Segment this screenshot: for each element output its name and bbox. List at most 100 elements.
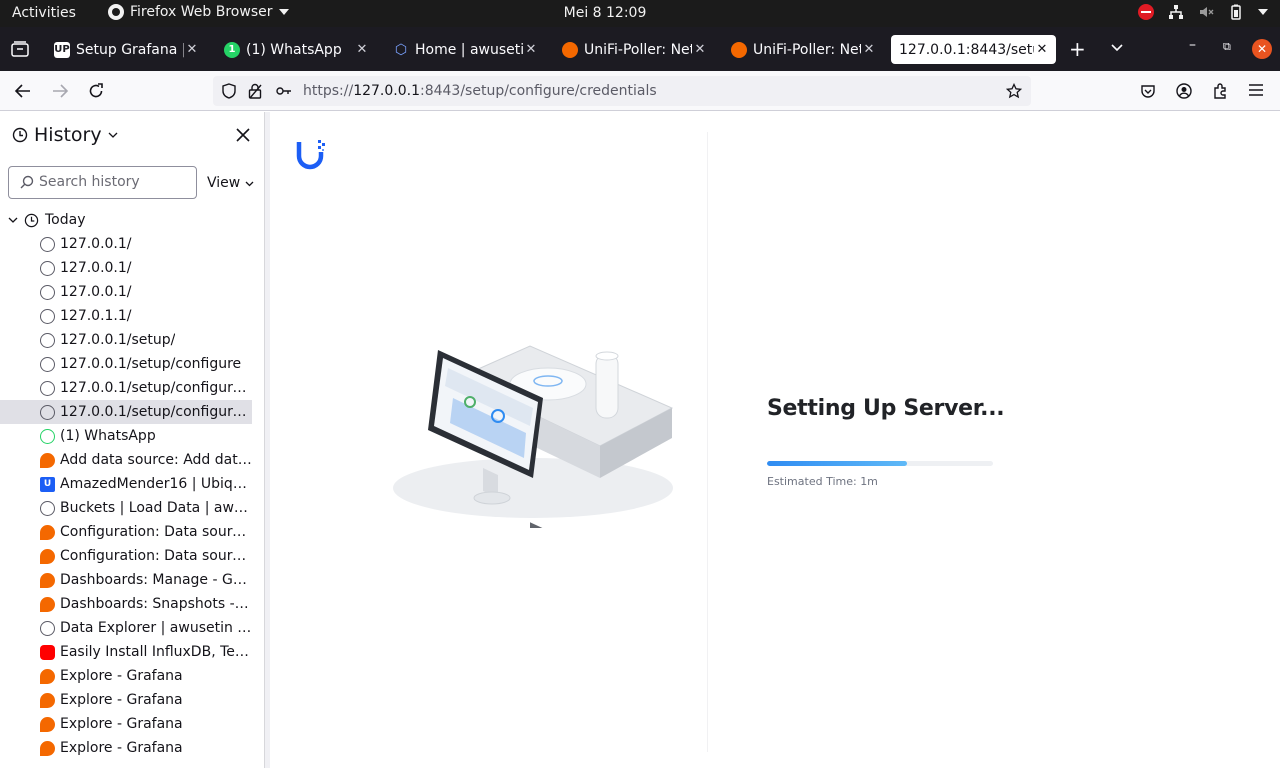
window-close-icon[interactable]: ✕: [1252, 39, 1272, 59]
tab-unifi-poller-1[interactable]: UniFi-Poller: Net ✕: [554, 35, 714, 64]
restore-icon[interactable]: ⧉: [1223, 40, 1231, 54]
history-item[interactable]: 127.0.0.1/: [0, 232, 252, 256]
battery-icon[interactable]: [1228, 4, 1244, 20]
setup-title: Setting Up Server...: [767, 396, 1005, 421]
volume-muted-icon[interactable]: [1198, 4, 1214, 20]
history-item[interactable]: Dashboards: Manage - Grafa...: [0, 568, 252, 592]
history-item-label: 127.0.1.1/: [60, 308, 132, 324]
history-item[interactable]: U AmazedMender16 | Ubiquiti...: [0, 472, 252, 496]
tab-title: UniFi-Poller: Net: [753, 41, 861, 58]
history-item-label: (1) WhatsApp: [60, 428, 156, 444]
grafana-icon: [40, 596, 55, 612]
unifi-hardware-illustration: [393, 345, 674, 528]
chevron-down-icon: [245, 181, 254, 187]
globe-icon: [40, 236, 55, 252]
grafana-icon: [40, 524, 55, 540]
grafana-icon: [40, 572, 55, 588]
history-item[interactable]: 127.0.0.1/: [0, 280, 252, 304]
history-item[interactable]: Explore - Grafana: [0, 664, 252, 688]
history-item[interactable]: Configuration: Data sources...: [0, 520, 252, 544]
account-icon[interactable]: [1176, 83, 1192, 99]
tab-unifi-poller-2[interactable]: UniFi-Poller: Net ✕: [723, 35, 883, 64]
history-group-today[interactable]: Today: [8, 212, 86, 228]
clock[interactable]: Mei 8 12:09: [0, 5, 1210, 21]
forward-arrow-icon[interactable]: [51, 83, 69, 99]
back-arrow-icon[interactable]: [14, 83, 32, 99]
whatsapp-icon: 1: [224, 41, 240, 58]
history-item[interactable]: Data Explorer | awusetin | In...: [0, 616, 252, 640]
globe-icon: [40, 404, 55, 420]
history-item-label: Buckets | Load Data | awuse...: [60, 500, 252, 516]
history-item[interactable]: Easily Install InfluxDB, Teleg...: [0, 640, 252, 664]
tab-influx-home[interactable]: ⬡ Home | awusetin ✕: [385, 35, 545, 64]
tab-whatsapp[interactable]: 1 (1) WhatsApp ✕: [216, 35, 376, 64]
history-item-label: Dashboards: Manage - Grafa...: [60, 572, 252, 588]
close-icon[interactable]: ✕: [184, 42, 200, 57]
globe-icon: [40, 356, 55, 372]
history-item[interactable]: (1) WhatsApp: [0, 424, 252, 448]
close-sidebar-icon[interactable]: [236, 128, 250, 142]
list-tabs-chevron-icon[interactable]: [1110, 43, 1124, 53]
extensions-icon[interactable]: [1212, 83, 1228, 99]
history-item-label: Easily Install InfluxDB, Teleg...: [60, 644, 252, 660]
globe-icon: [40, 620, 55, 636]
key-icon[interactable]: [276, 85, 292, 97]
shield-icon[interactable]: [222, 83, 236, 99]
grafana-icon: [40, 716, 55, 732]
new-tab-plus-icon[interactable]: +: [1069, 37, 1086, 61]
ubiquiti-icon: UP: [54, 41, 70, 58]
history-item[interactable]: 127.0.0.1/setup/: [0, 328, 252, 352]
close-icon[interactable]: ✕: [861, 42, 877, 57]
history-item[interactable]: 127.0.0.1/setup/configure/c...: [0, 376, 252, 400]
history-item[interactable]: Explore - Grafana: [0, 712, 252, 736]
history-item[interactable]: Buckets | Load Data | awuse...: [0, 496, 252, 520]
whatsapp-icon: [40, 428, 55, 444]
lock-warning-icon[interactable]: [248, 83, 262, 99]
close-icon[interactable]: ✕: [692, 42, 708, 57]
close-icon[interactable]: ✕: [523, 42, 539, 57]
search-history-input[interactable]: [39, 174, 189, 190]
globe-icon: [40, 260, 55, 276]
history-item[interactable]: Configuration: Data sources...: [0, 544, 252, 568]
system-tray[interactable]: [1138, 4, 1268, 20]
history-item-label: AmazedMender16 | Ubiquiti...: [60, 476, 252, 492]
network-icon[interactable]: [1168, 4, 1184, 20]
history-sidebar: History View Today 127.0.0.1/127.0.0.1/1…: [0, 112, 264, 768]
bookmark-star-icon[interactable]: [1006, 83, 1022, 99]
history-item[interactable]: Dashboards: Snapshots - Gr...: [0, 592, 252, 616]
history-item[interactable]: 127.0.0.1/setup/configure: [0, 352, 252, 376]
view-button[interactable]: View: [207, 175, 254, 191]
history-item[interactable]: Explore - Grafana: [0, 688, 252, 712]
sidebar-title: History: [34, 124, 102, 146]
do-not-disturb-icon[interactable]: [1138, 4, 1154, 20]
history-item[interactable]: 127.0.0.1/setup/configure/c...: [0, 400, 252, 424]
setup-progress-bar: [767, 461, 993, 466]
history-item[interactable]: Add data source: Add data s...: [0, 448, 252, 472]
setup-progress-fill: [767, 461, 908, 466]
tab-setup-active[interactable]: 127.0.0.1:8443/setu ✕: [891, 35, 1056, 64]
url-bar[interactable]: https://127.0.0.1:8443/setup/configure/c…: [213, 76, 1031, 106]
history-item-label: 127.0.0.1/setup/configure/c...: [60, 380, 252, 396]
history-item[interactable]: Explore - Grafana: [0, 736, 252, 760]
reload-icon[interactable]: [88, 83, 104, 99]
clock-icon: [12, 127, 28, 143]
tab-setup-grafana[interactable]: UP Setup Grafana | U ✕: [46, 35, 206, 64]
history-item-label: Configuration: Data sources...: [60, 548, 252, 564]
firefox-view-icon[interactable]: [11, 41, 29, 57]
chevron-down-icon[interactable]: [8, 216, 18, 224]
history-item[interactable]: 127.0.0.1/: [0, 256, 252, 280]
system-menu-chevron-icon[interactable]: [1258, 9, 1268, 15]
history-item-label: Explore - Grafana: [60, 692, 183, 708]
hamburger-menu-icon[interactable]: [1249, 84, 1263, 96]
sidebar-switcher[interactable]: History: [12, 124, 118, 146]
search-history-field[interactable]: [8, 166, 197, 199]
minimize-icon[interactable]: –: [1189, 37, 1196, 53]
close-icon[interactable]: ✕: [1034, 42, 1050, 57]
history-item[interactable]: 127.0.1.1/: [0, 304, 252, 328]
pocket-icon[interactable]: [1140, 83, 1156, 99]
group-label: Today: [45, 212, 86, 228]
close-icon[interactable]: ✕: [354, 42, 370, 57]
history-item-label: 127.0.0.1/setup/configure: [60, 356, 242, 372]
grafana-icon: [562, 41, 578, 58]
history-item-label: Explore - Grafana: [60, 668, 183, 684]
